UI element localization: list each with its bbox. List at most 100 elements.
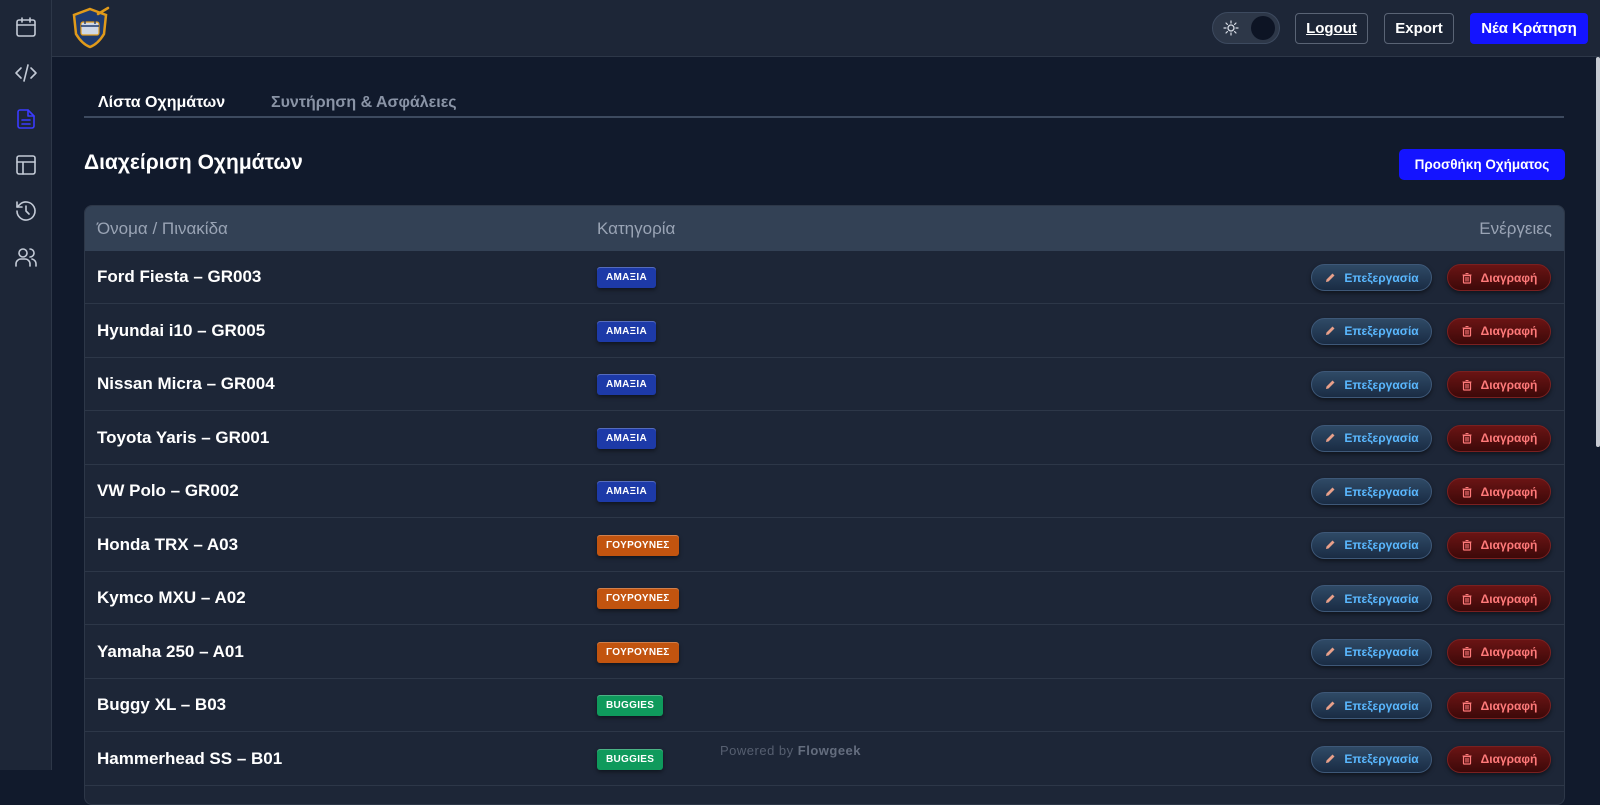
calendar-icon[interactable] (11, 12, 41, 42)
delete-label: Διαγραφή (1480, 270, 1538, 285)
delete-button[interactable]: Διαγραφή (1447, 692, 1551, 719)
delete-label: Διαγραφή (1480, 484, 1538, 499)
category-badge: ΓΟΥΡΟΥΝΕΣ (597, 588, 679, 609)
vehicle-name: Honda TRX – A03 (97, 534, 239, 554)
page-title: Διαχείριση Οχημάτων (84, 151, 303, 174)
add-vehicle-button[interactable]: Προσθήκη Οχήματος (1399, 149, 1565, 180)
edit-button[interactable]: Επεξεργασία (1311, 424, 1432, 452)
table-row: Hammerhead SS – B01 BUGGIES Επεξεργασία Δια… (85, 733, 1564, 786)
delete-label: Διαγραφή (1480, 377, 1538, 392)
delete-button[interactable]: Διαγραφή (1447, 317, 1551, 345)
edit-label: Επεξεργασία (1344, 698, 1419, 713)
new-booking-button[interactable]: Νέα Κράτηση (1470, 13, 1588, 44)
trash-icon (1462, 753, 1472, 765)
vehicle-name: Kymco MXU – A02 (97, 588, 246, 607)
table-row: Buggy XL – B03 BUGGIES Επεξεργασία Διαγραφή (85, 679, 1564, 732)
pencil-icon (1326, 647, 1335, 656)
pencil-icon (1326, 433, 1335, 442)
layout-icon[interactable] (11, 150, 41, 180)
pencil-icon (1326, 380, 1335, 389)
table-row: Ford Fiesta – GR003 ΑΜΑΞΙΑ Επεξεργασία Διαγ… (85, 251, 1564, 304)
history-icon[interactable] (11, 196, 41, 226)
edit-label: Επεξεργασία (1344, 645, 1419, 659)
delete-button[interactable]: Διαγραφή (1447, 264, 1551, 291)
delete-button[interactable]: Διαγραφή (1447, 585, 1551, 612)
document-icon[interactable] (11, 104, 41, 134)
pencil-icon (1326, 487, 1335, 496)
vehicle-name: Buggy XL – B03 (97, 695, 227, 714)
delete-button[interactable]: Διαγραφή (1447, 638, 1551, 666)
edit-label: Επεξεργασία (1344, 324, 1419, 338)
pencil-icon (1326, 273, 1335, 282)
brand-name[interactable]: Flowgeek (798, 743, 861, 758)
scrollbar[interactable] (1596, 57, 1600, 447)
code-icon[interactable] (11, 58, 41, 88)
category-badge: ΑΜΑΞΙΑ (597, 481, 657, 502)
tab-vehicle-list[interactable]: Λίστα Οχημάτων (98, 94, 225, 112)
category-badge: ΑΜΑΞΙΑ (597, 427, 657, 449)
table-row: Yamaha 250 – A01 ΓΟΥΡΟΥΝΕΣ Επεξεργασία Διαγ… (85, 626, 1564, 679)
theme-toggle[interactable] (1212, 12, 1280, 44)
logout-button[interactable]: Logout (1295, 13, 1368, 44)
sun-icon (1223, 20, 1239, 36)
trash-icon (1462, 593, 1472, 605)
trash-icon (1462, 272, 1472, 284)
delete-button[interactable]: Διαγραφή (1447, 424, 1551, 452)
category-badge: BUGGIES (597, 748, 664, 770)
export-button[interactable]: Export (1384, 13, 1454, 44)
edit-label: Επεξεργασία (1344, 377, 1419, 392)
column-header-name: Όνομα / Πινακίδα (97, 219, 228, 238)
category-badge: BUGGIES (597, 695, 664, 716)
category-badge: ΓΟΥΡΟΥΝΕΣ (597, 534, 679, 556)
table-header: Όνομα / Πινακίδα Κατηγορία Ενέργειες (85, 206, 1564, 251)
vehicle-name: Hyundai i10 – GR005 (97, 320, 266, 340)
vehicle-name: Toyota Yaris – GR001 (97, 427, 270, 447)
edit-label: Επεξεργασία (1344, 270, 1419, 285)
edit-button[interactable]: Επεξεργασία (1311, 745, 1432, 773)
edit-label: Επεξεργασία (1344, 591, 1419, 606)
trash-icon (1462, 432, 1472, 444)
edit-button[interactable]: Επεξεργασία (1311, 371, 1432, 398)
delete-button[interactable]: Διαγραφή (1447, 531, 1551, 559)
trash-icon (1462, 700, 1472, 712)
delete-label: Διαγραφή (1480, 752, 1538, 766)
delete-button[interactable]: Διαγραφή (1447, 478, 1551, 505)
trash-icon (1462, 379, 1472, 391)
vehicle-name: Ford Fiesta – GR003 (97, 267, 262, 286)
edit-button[interactable]: Επεξεργασία (1311, 478, 1432, 505)
table-row: Nissan Micra – GR004 ΑΜΑΞΙΑ Επεξεργασία Δια… (85, 358, 1564, 411)
edit-button[interactable]: Επεξεργασία (1311, 264, 1432, 291)
powered-by-footer: Powered by Flowgeek (720, 743, 861, 758)
edit-button[interactable]: Επεξεργασία (1311, 638, 1432, 666)
edit-label: Επεξεργασία (1344, 431, 1419, 445)
edit-button[interactable]: Επεξεργασία (1311, 531, 1432, 559)
column-header-category: Κατηγορία (597, 219, 676, 238)
delete-label: Διαγραφή (1480, 645, 1538, 659)
edit-button[interactable]: Επεξεργασία (1311, 317, 1432, 345)
delete-button[interactable]: Διαγραφή (1447, 745, 1551, 773)
app-logo[interactable] (68, 6, 112, 50)
edit-label: Επεξεργασία (1344, 484, 1419, 499)
edit-button[interactable]: Επεξεργασία (1311, 692, 1432, 719)
users-icon[interactable] (11, 242, 41, 272)
tab-maintenance-insurance[interactable]: Συντήρηση & Ασφάλειες (271, 94, 457, 112)
pencil-icon (1326, 594, 1335, 603)
category-badge: ΑΜΑΞΙΑ (597, 320, 657, 342)
delete-label: Διαγραφή (1480, 591, 1538, 606)
top-bar: Logout Export Νέα Κράτηση (52, 0, 1600, 57)
delete-label: Διαγραφή (1480, 431, 1538, 445)
table-row: VW Polo – GR002 ΑΜΑΞΙΑ Επεξεργασία Διαγραφή (85, 465, 1564, 518)
edit-label: Επεξεργασία (1344, 538, 1419, 552)
vehicle-name: Yamaha 250 – A01 (97, 641, 244, 661)
delete-label: Διαγραφή (1480, 538, 1538, 552)
delete-button[interactable]: Διαγραφή (1447, 371, 1551, 398)
category-badge: ΓΟΥΡΟΥΝΕΣ (597, 641, 679, 663)
table-row: Honda TRX – A03 ΓΟΥΡΟΥΝΕΣ Επεξεργασία Διαγρ… (85, 519, 1564, 572)
trash-icon (1462, 539, 1472, 551)
trash-icon (1462, 646, 1472, 658)
delete-label: Διαγραφή (1480, 324, 1538, 338)
pencil-icon (1326, 701, 1335, 710)
vehicle-name: Nissan Micra – GR004 (97, 374, 275, 393)
edit-button[interactable]: Επεξεργασία (1311, 585, 1432, 612)
toggle-knob (1251, 16, 1275, 40)
